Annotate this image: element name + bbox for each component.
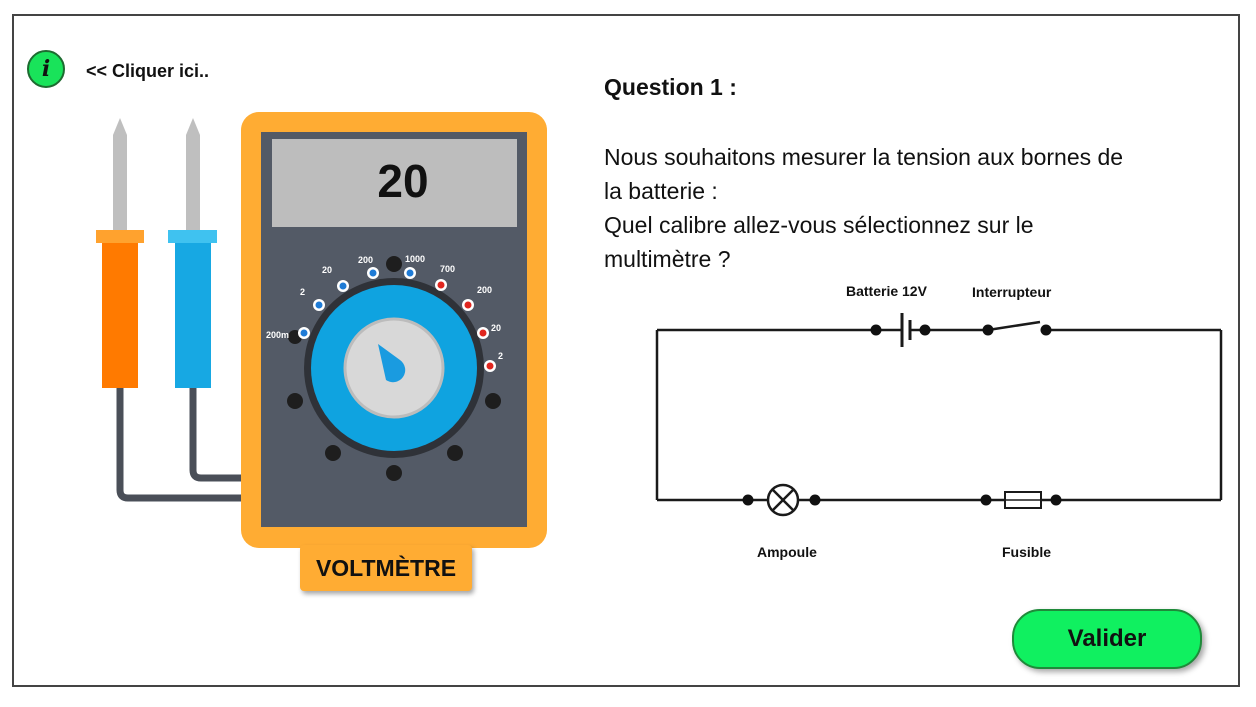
question-title: Question 1 : (604, 74, 737, 100)
voltmeter-label: VOLTMÈTRE (300, 545, 472, 591)
question-line: Quel calibre allez-vous sélectionnez sur… (604, 212, 1034, 238)
range-label-dc-1000: 1000 (405, 254, 425, 264)
switch-symbol (982, 320, 1052, 336)
range-label-ac-200: 200 (477, 285, 492, 295)
question-line: la batterie : (604, 178, 718, 204)
dial-position-dot[interactable] (447, 445, 463, 461)
lamp-label: Ampoule (757, 544, 817, 560)
range-label-ac-20: 20 (491, 323, 501, 333)
dial-position-dot[interactable] (386, 256, 402, 272)
range-label-dc-2: 2 (300, 287, 305, 297)
switch-label: Interrupteur (972, 284, 1052, 300)
range-label-dc-200m: 200m (266, 330, 289, 340)
dial-position-dot[interactable] (485, 393, 501, 409)
range-label-dc-20: 20 (322, 265, 332, 275)
range-label-ac-700: 700 (440, 264, 455, 274)
dial-position-dot[interactable] (287, 393, 303, 409)
range-label-ac-2: 2 (498, 351, 503, 361)
dial-position-dot[interactable] (325, 445, 341, 461)
multimeter-illustration: 20 200m 2 20 200 1000 700 200 20 2 (96, 112, 547, 548)
battery-label: Batterie 12V (846, 283, 927, 299)
red-probe (96, 118, 144, 388)
multimeter-display: 20 (377, 155, 428, 207)
black-probe-wire (189, 385, 242, 482)
black-probe (168, 118, 217, 388)
validate-button[interactable]: Valider (1012, 609, 1202, 669)
question-line: multimètre ? (604, 246, 731, 272)
question-line: Nous souhaitons mesurer la tension aux b… (604, 144, 1124, 170)
dial-position-dot[interactable] (386, 465, 402, 481)
circuit-diagram (655, 313, 1223, 517)
question-text: Nous souhaitons mesurer la tension aux b… (604, 140, 1224, 276)
range-label-dc-200: 200 (358, 255, 373, 265)
battery-symbol (870, 313, 931, 347)
fuse-label: Fusible (1002, 544, 1052, 560)
